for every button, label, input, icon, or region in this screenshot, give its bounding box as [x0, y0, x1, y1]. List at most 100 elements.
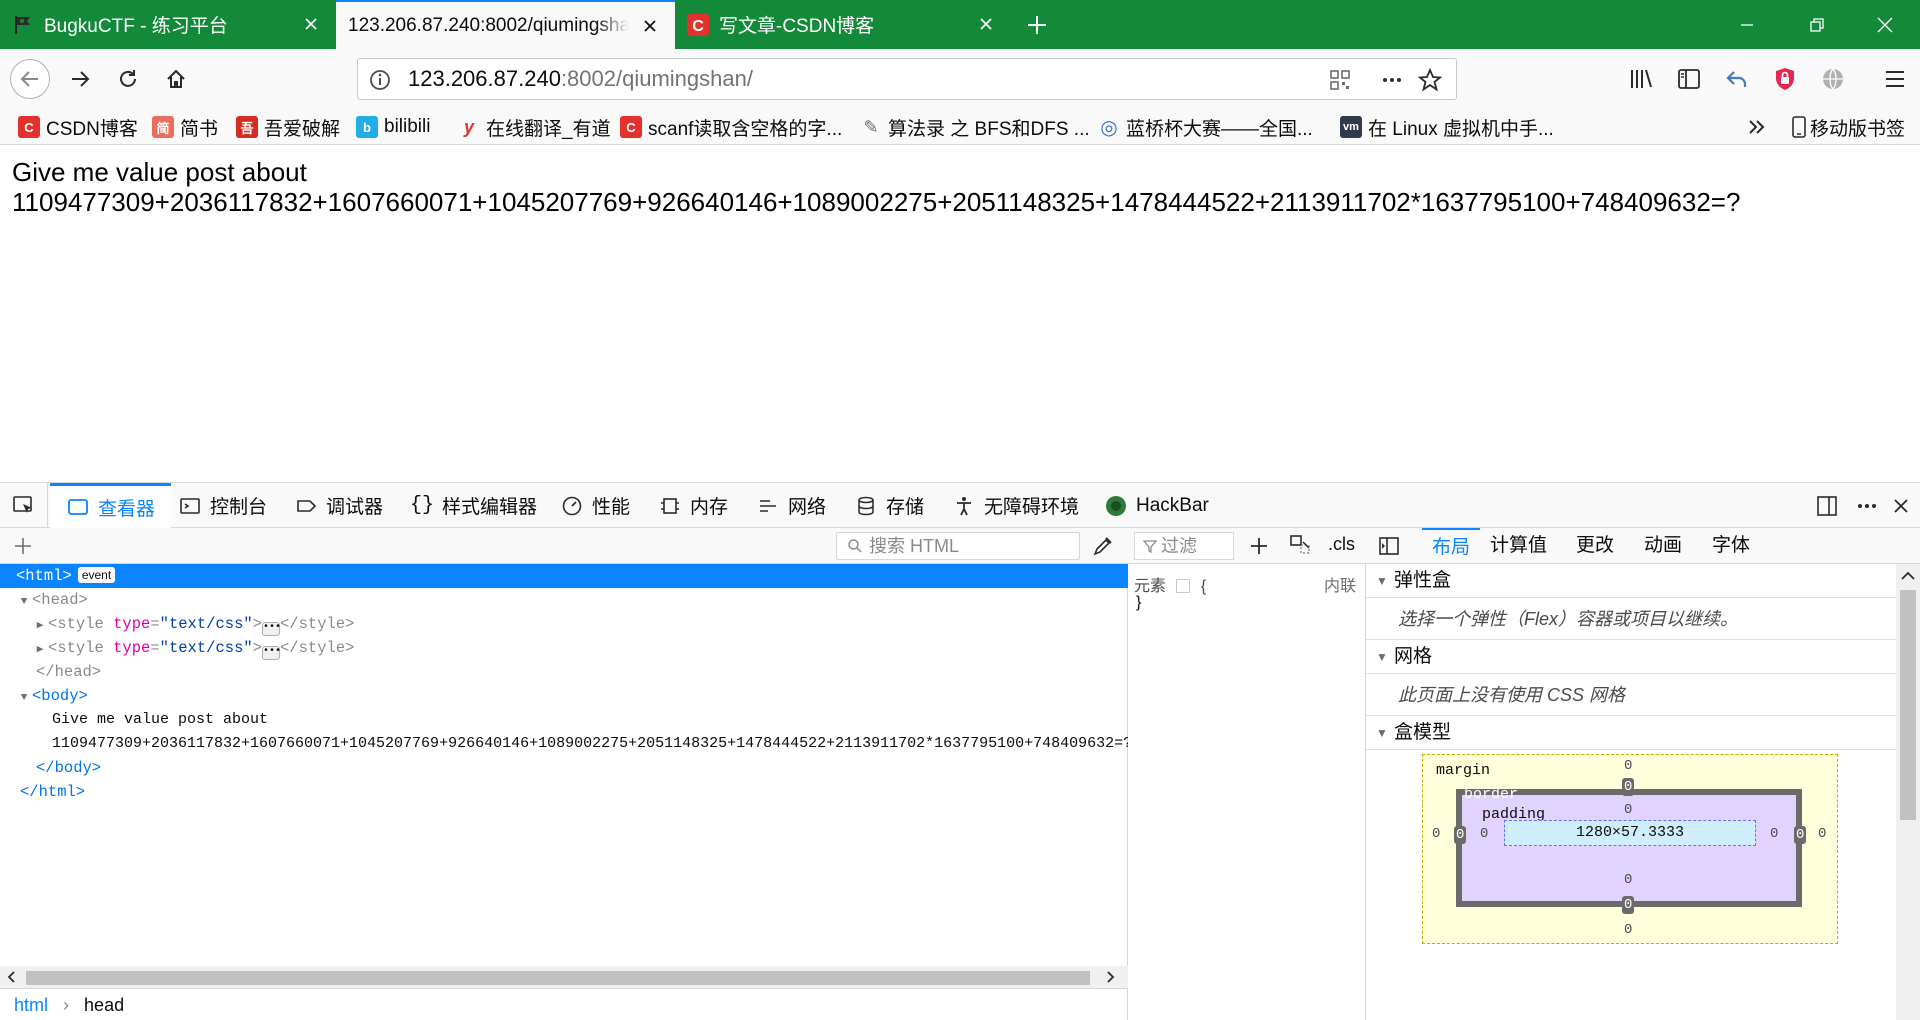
minimize-button[interactable]: [1712, 0, 1782, 49]
tab-hackbar[interactable]: HackBar: [1104, 483, 1209, 528]
breadcrumb-html[interactable]: html: [14, 995, 48, 1015]
tab-qiumingshan[interactable]: 123.206.87.240:8002/qiumingshan/: [336, 0, 675, 49]
border-top-value[interactable]: 0: [1622, 778, 1635, 796]
padding-top-value[interactable]: 0: [1624, 802, 1632, 818]
site-info-icon[interactable]: [368, 68, 392, 92]
tree-node-style[interactable]: ▶ <style type="text/css">•••</style>: [0, 612, 1128, 636]
border-left-value[interactable]: 0: [1454, 826, 1467, 844]
tree-text-node[interactable]: Give me value post about: [0, 708, 1128, 732]
margin-top-value[interactable]: 0: [1624, 758, 1632, 774]
tab-network[interactable]: 网络: [756, 483, 826, 528]
qr-code-icon[interactable]: [1328, 68, 1352, 92]
bookmark-csdn[interactable]: C CSDN博客: [18, 113, 138, 141]
border-bottom-value[interactable]: 0: [1622, 896, 1635, 914]
breadcrumb-head[interactable]: head: [84, 995, 124, 1015]
tab-changes[interactable]: 更改: [1576, 528, 1614, 564]
collapse-twisty-icon[interactable]: ▶: [32, 614, 48, 636]
tab-close-icon[interactable]: [300, 13, 322, 35]
tab-fonts[interactable]: 字体: [1712, 528, 1750, 564]
padding-left-value[interactable]: 0: [1480, 826, 1488, 842]
shield-icon[interactable]: [1770, 64, 1800, 94]
add-rule-icon[interactable]: [1244, 531, 1274, 561]
expand-twisty-icon[interactable]: ▼: [16, 686, 32, 708]
search-html-input[interactable]: 搜索 HTML: [836, 532, 1080, 560]
tab-storage[interactable]: 存储: [854, 483, 924, 528]
bookmarks-overflow-button[interactable]: [1746, 113, 1768, 141]
event-badge[interactable]: event: [77, 567, 116, 583]
tree-node-head-close[interactable]: </head>: [0, 660, 1128, 684]
tab-close-icon[interactable]: [639, 15, 661, 37]
scrollbar-thumb[interactable]: [26, 971, 1090, 985]
horizontal-scrollbar[interactable]: [0, 966, 1128, 988]
flexbox-section-header[interactable]: ▼ 弹性盒: [1366, 564, 1896, 598]
bookmark-bfs-dfs[interactable]: ✎ 算法录 之 BFS和DFS ...: [860, 113, 1089, 141]
node-highlight-icon[interactable]: [1176, 579, 1191, 593]
restore-button[interactable]: [1782, 0, 1852, 49]
forward-button[interactable]: [60, 59, 100, 99]
tree-node-head[interactable]: ▼ <head>: [0, 588, 1128, 612]
tab-memory[interactable]: 内存: [658, 483, 728, 528]
url-bar[interactable]: 123.206.87.240:8002/qiumingshan/: [357, 58, 1457, 100]
padding-bottom-value[interactable]: 0: [1624, 872, 1632, 888]
bookmark-star-icon[interactable]: [1418, 68, 1442, 92]
element-picker-button[interactable]: [0, 483, 48, 528]
grid-section-header[interactable]: ▼ 网格: [1366, 640, 1896, 674]
collapse-twisty-icon[interactable]: ▶: [32, 638, 48, 660]
margin-bottom-value[interactable]: 0: [1624, 922, 1632, 938]
reload-button[interactable]: [108, 59, 148, 99]
tree-text-node[interactable]: 1109477309+2036117832+1607660071+1045207…: [0, 732, 1128, 756]
ellipsis-icon[interactable]: •••: [261, 622, 281, 636]
boxmodel-section-header[interactable]: ▼ 盒模型: [1366, 716, 1896, 750]
library-icon[interactable]: [1626, 64, 1656, 94]
bookmark-jianshu[interactable]: 简简书: [152, 113, 218, 141]
tab-style-editor[interactable]: {} 样式编辑器: [410, 483, 537, 528]
globe-icon[interactable]: [1818, 64, 1848, 94]
padding-right-value[interactable]: 0: [1770, 826, 1778, 842]
tab-inspector[interactable]: 查看器: [50, 483, 172, 528]
back-button[interactable]: [10, 59, 50, 99]
tab-animations[interactable]: 动画: [1644, 528, 1682, 564]
tab-layout[interactable]: 布局: [1422, 528, 1481, 564]
bookmark-lanqiao[interactable]: ◎ 蓝桥杯大赛——全国...: [1098, 113, 1313, 141]
dock-side-icon[interactable]: [1812, 491, 1842, 521]
bookmark-bilibili[interactable]: b bilibili: [356, 113, 430, 141]
page-actions-icon[interactable]: [1380, 68, 1404, 92]
toggle-sidebar-icon[interactable]: [1374, 531, 1404, 561]
bookmark-scanf[interactable]: Cscanf读取含空格的字...: [620, 113, 842, 141]
eyedropper-icon[interactable]: [1088, 531, 1118, 561]
close-window-button[interactable]: [1850, 0, 1920, 49]
tree-node-body-close[interactable]: </body>: [0, 756, 1128, 780]
sidebar-icon[interactable]: [1674, 64, 1704, 94]
box-model-content-size[interactable]: 1280×57.3333: [1504, 820, 1756, 846]
filter-styles-input[interactable]: 过滤: [1134, 532, 1234, 560]
tab-debugger[interactable]: 调试器: [294, 483, 383, 528]
tree-node-html-close[interactable]: </html>: [0, 780, 1128, 804]
pseudo-class-toggle-icon[interactable]: [1286, 531, 1316, 561]
tab-accessibility[interactable]: 无障碍环境: [952, 483, 1079, 528]
home-button[interactable]: [156, 59, 196, 99]
mobile-bookmarks[interactable]: 移动版书签: [1792, 113, 1905, 141]
more-options-icon[interactable]: [1852, 491, 1882, 521]
new-tab-button[interactable]: [1011, 0, 1063, 49]
tree-node-body[interactable]: ▼ <body>: [0, 684, 1128, 708]
ellipsis-icon[interactable]: •••: [261, 646, 281, 660]
tree-node-style[interactable]: ▶ <style type="text/css">•••</style>: [0, 636, 1128, 660]
vertical-scrollbar[interactable]: [1896, 564, 1920, 1020]
tab-performance[interactable]: 性能: [560, 483, 630, 528]
hamburger-menu-icon[interactable]: [1880, 64, 1910, 94]
tab-bugku[interactable]: BugkuCTF - 练习平台: [0, 0, 336, 49]
url-text[interactable]: 123.206.87.240:8002/qiumingshan/: [408, 59, 753, 99]
scrollbar-thumb[interactable]: [1900, 590, 1916, 820]
cls-toggle[interactable]: .cls: [1328, 534, 1355, 555]
add-node-icon[interactable]: [8, 531, 38, 561]
expand-twisty-icon[interactable]: ▼: [16, 590, 32, 612]
bookmark-youdao[interactable]: y 在线翻译_有道: [458, 113, 611, 141]
tab-csdn-write[interactable]: C 写文章-CSDN博客: [675, 0, 1011, 49]
tab-close-icon[interactable]: [975, 13, 997, 35]
close-devtools-icon[interactable]: [1886, 491, 1916, 521]
margin-left-value[interactable]: 0: [1432, 826, 1440, 842]
undo-arrow-icon[interactable]: [1722, 64, 1752, 94]
tab-computed[interactable]: 计算值: [1490, 528, 1547, 564]
border-right-value[interactable]: 0: [1794, 826, 1807, 844]
margin-right-value[interactable]: 0: [1818, 826, 1826, 842]
